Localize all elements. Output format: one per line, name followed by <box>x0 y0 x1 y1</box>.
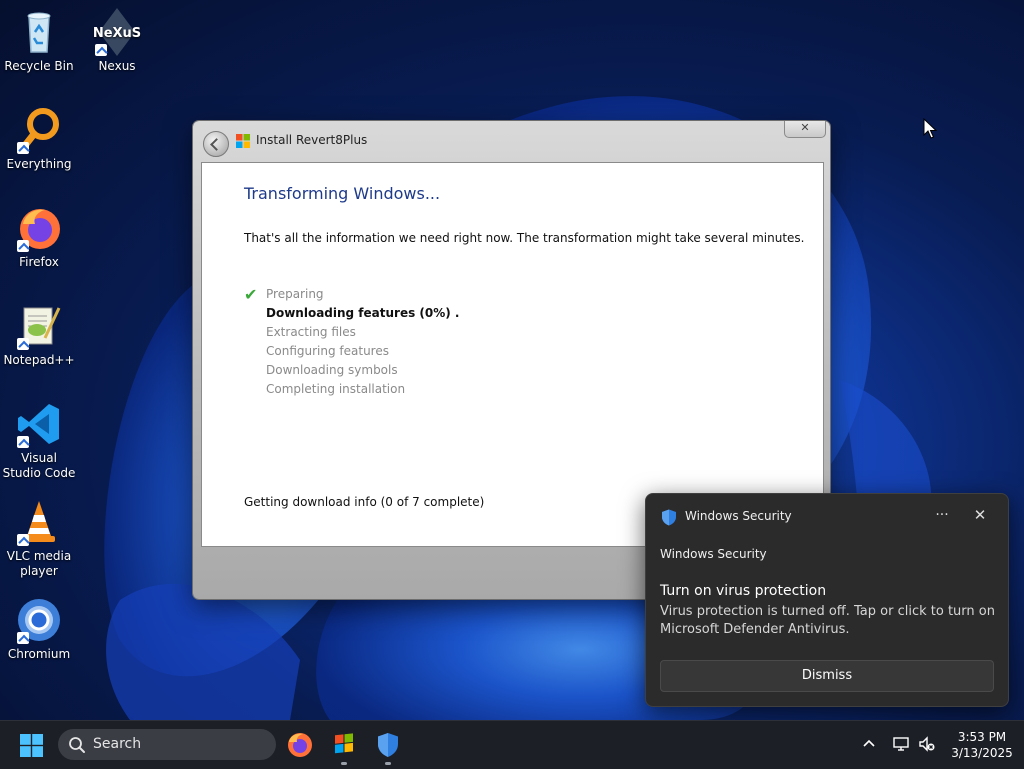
windows-flag-icon <box>236 134 250 148</box>
taskbar-app-firefox[interactable] <box>284 729 316 761</box>
shortcut-arrow-icon <box>17 534 29 546</box>
step-downloading-features: Downloading features (0%) . <box>266 306 460 320</box>
taskbar: Search 3:53 PM 3/13/2025 <box>0 720 1024 769</box>
desktop-icon-firefox[interactable]: Firefox <box>2 204 76 270</box>
nexus-logo-text: NeXuS <box>93 26 141 41</box>
toast-close-button[interactable]: ✕ <box>966 504 994 528</box>
toast-more-options-button[interactable]: ··· <box>928 504 956 528</box>
installer-close-button[interactable]: ✕ <box>784 121 826 138</box>
checkmark-icon: ✔ <box>244 285 258 304</box>
desktop-icon-notepadpp[interactable]: Notepad++ <box>2 302 76 368</box>
desktop-icon-label: Nexus <box>98 59 136 73</box>
taskbar-clock[interactable]: 3:53 PM 3/13/2025 <box>944 729 1020 761</box>
revert8plus-icon <box>335 733 353 754</box>
desktop-icon-label: Notepad++ <box>3 353 75 367</box>
magnifier-everything-icon <box>15 106 63 154</box>
firefox-icon <box>288 733 312 757</box>
installer-status-text: Getting download info (0 of 7 complete) <box>244 495 485 509</box>
desktop-icon-label: VLC media player <box>6 549 72 578</box>
chevron-up-icon[interactable] <box>860 735 878 753</box>
toast-source: Windows Security <box>660 547 767 561</box>
step-completing-installation: Completing installation <box>266 382 406 396</box>
back-arrow-icon[interactable] <box>203 131 229 157</box>
shortcut-arrow-icon <box>17 240 29 252</box>
installer-content-panel: Transforming Windows... That's all the i… <box>201 162 824 547</box>
installer-titlebar[interactable]: Install Revert8Plus ✕ <box>193 121 830 161</box>
installer-info-text: That's all the information we need right… <box>244 231 805 245</box>
clock-time: 3:53 PM <box>957 730 1007 744</box>
desktop-icon-vscode[interactable]: Visual Studio Code <box>2 400 76 481</box>
toast-dismiss-button[interactable]: Dismiss <box>660 660 994 692</box>
toast-app-name: Windows Security <box>685 509 792 523</box>
search-placeholder: Search <box>93 736 142 752</box>
recycle-bin-icon <box>15 8 63 56</box>
desktop-icon-label: Chromium <box>7 647 71 661</box>
taskbar-app-windows-security[interactable] <box>372 729 404 765</box>
desktop-icon-chromium[interactable]: Chromium <box>2 596 76 662</box>
desktop-icon-vlc[interactable]: VLC media player <box>2 498 76 579</box>
nexus-icon: NeXuS <box>93 8 141 56</box>
desktop-icon-everything[interactable]: Everything <box>2 106 76 172</box>
firefox-icon <box>15 204 63 252</box>
shortcut-arrow-icon <box>95 44 107 56</box>
shortcut-arrow-icon <box>17 632 29 644</box>
vlc-cone-icon <box>15 498 63 546</box>
windows-security-icon <box>378 733 398 757</box>
step-downloading-symbols: Downloading symbols <box>266 363 398 377</box>
desktop-icon-label: Everything <box>6 157 72 171</box>
toast-heading: Turn on virus protection <box>660 583 827 599</box>
installer-steps-list: ✔ Preparing Downloading features (0%) . … <box>244 285 460 399</box>
desktop-icon-label: Firefox <box>19 255 59 269</box>
vscode-icon <box>15 400 63 448</box>
desktop-icon-label: Visual Studio Code <box>2 451 76 480</box>
chromium-icon <box>15 596 63 644</box>
desktop-icon-recycle-bin[interactable]: Recycle Bin <box>2 8 76 74</box>
clock-date: 3/13/2025 <box>951 746 1013 760</box>
desktop-icon-nexus[interactable]: NeXuS Nexus <box>80 8 154 74</box>
desktop-icon-label: Recycle Bin <box>4 59 74 73</box>
notepadpp-icon <box>15 302 63 350</box>
search-icon <box>69 737 85 753</box>
mouse-cursor-icon <box>923 118 937 139</box>
step-extracting-files: Extracting files <box>266 325 356 339</box>
shield-icon <box>662 509 676 526</box>
shortcut-arrow-icon <box>17 436 29 448</box>
taskbar-search-box[interactable]: Search <box>58 729 276 760</box>
step-configuring-features: Configuring features <box>266 344 389 358</box>
shortcut-arrow-icon <box>17 338 29 350</box>
shortcut-arrow-icon <box>17 142 29 154</box>
installer-title: Install Revert8Plus <box>256 133 368 147</box>
volume-muted-icon[interactable] <box>918 735 936 753</box>
network-icon[interactable] <box>892 735 910 753</box>
taskbar-app-revert8plus[interactable] <box>328 729 360 765</box>
running-indicator <box>385 762 391 765</box>
start-button[interactable] <box>20 734 43 757</box>
running-indicator <box>341 762 347 765</box>
step-preparing: ✔ Preparing <box>244 285 324 304</box>
windows-security-toast[interactable]: Windows Security ··· ✕ Windows Security … <box>645 493 1009 707</box>
installer-heading: Transforming Windows... <box>244 184 441 203</box>
toast-body: Virus protection is turned off. Tap or c… <box>660 604 995 637</box>
